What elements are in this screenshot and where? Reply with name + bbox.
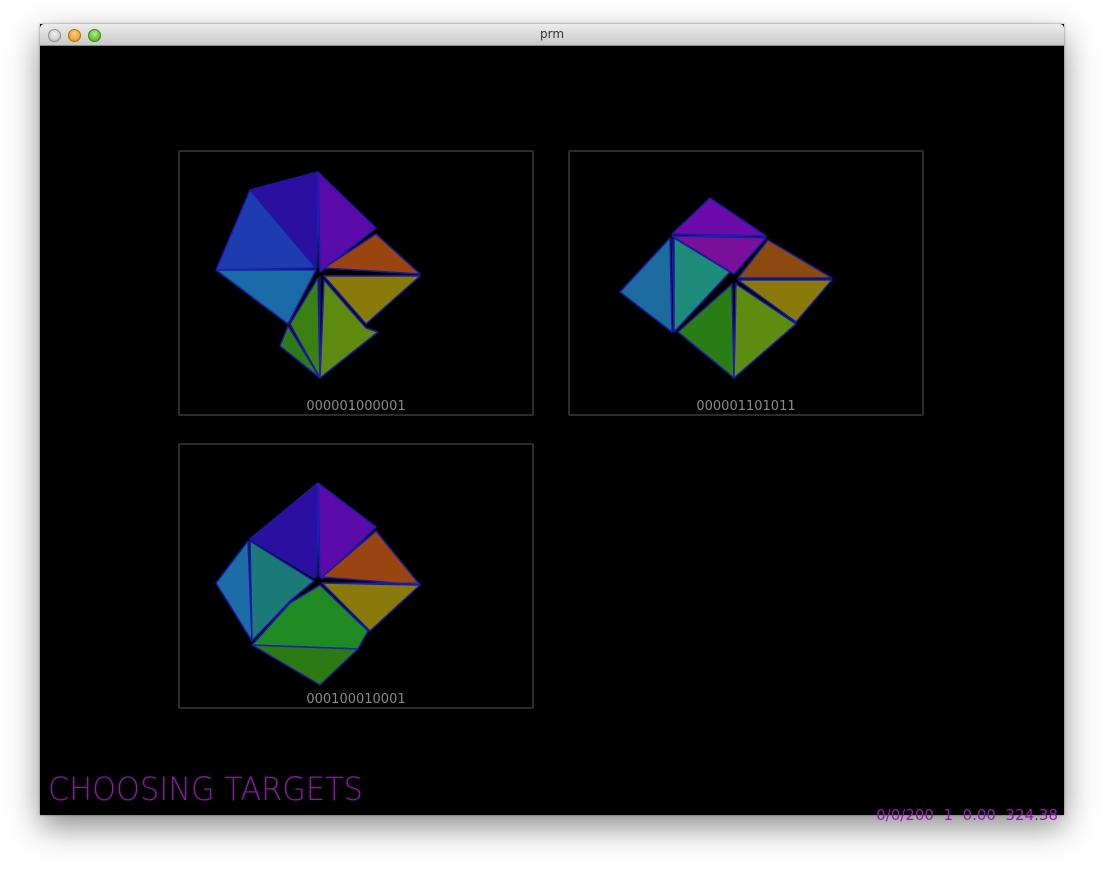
panel-label: 000001000001 <box>306 399 406 414</box>
face <box>619 237 673 333</box>
target-panel-2[interactable]: 000001101011 <box>568 150 924 416</box>
mode-status-text: CHOOSING TARGETS <box>48 770 363 808</box>
panel-label: 000100010001 <box>306 692 406 707</box>
face <box>251 644 359 686</box>
target-panel-3[interactable]: 000100010001 <box>178 443 534 709</box>
polyhedron-view-2 <box>619 197 833 379</box>
face <box>671 197 767 237</box>
target-panel-1[interactable]: 000001000001 <box>178 150 534 416</box>
panel-label: 000001101011 <box>696 399 796 414</box>
app-window: prm 000001000001 000001101011 0001000100… <box>40 24 1064 824</box>
polyhedron-view-1 <box>215 171 421 379</box>
window-title: prm <box>539 27 565 41</box>
polyhedron-view-3 <box>215 482 421 686</box>
face <box>215 540 253 642</box>
title-bar[interactable]: prm <box>40 24 1064 46</box>
vertex-marker <box>314 577 322 585</box>
stats-readout: 0/0/200 1 0.00 324.38 <box>876 806 1058 824</box>
render-canvas[interactable]: 000001000001 000001101011 000100010001 C… <box>40 46 1064 824</box>
